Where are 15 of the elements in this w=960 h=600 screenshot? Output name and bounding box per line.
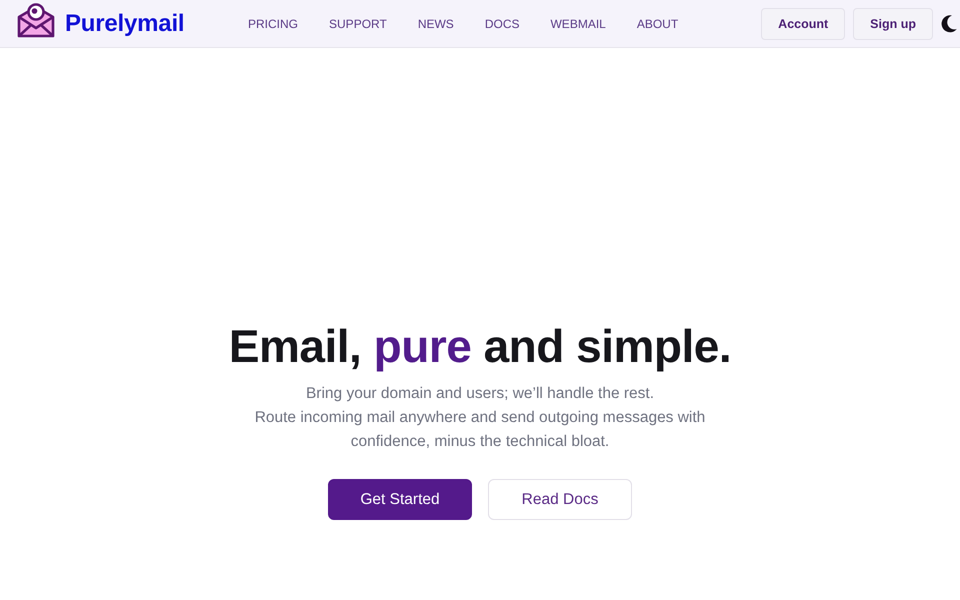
nav-link[interactable]: NEWS <box>418 16 454 30</box>
moon-icon[interactable] <box>941 14 957 32</box>
nav-link[interactable]: SUPPORT <box>329 16 387 30</box>
header-button[interactable]: Account <box>761 8 846 40</box>
envelope-logo-icon[interactable] <box>16 2 56 38</box>
header-button[interactable]: Sign up <box>853 8 933 40</box>
get-started-button[interactable]: Get Started <box>328 479 472 520</box>
hero-subtitle: Bring your domain and users; we’ll handle the rest. Route incoming mail anywhere and send outgoing messages with confidence, minus the technical bloat. <box>254 384 706 452</box>
nav-link[interactable]: WEBMAIL <box>550 16 606 30</box>
brand-name-link[interactable]: Purelymail <box>65 10 184 38</box>
read-docs-button[interactable]: Read Docs <box>488 479 632 520</box>
nav-link[interactable]: PRICING <box>248 16 298 30</box>
hero-headline: Email, pure and simple. <box>228 319 732 374</box>
nav-link[interactable]: ABOUT <box>636 16 678 30</box>
nav-link[interactable]: DOCS <box>484 16 520 30</box>
